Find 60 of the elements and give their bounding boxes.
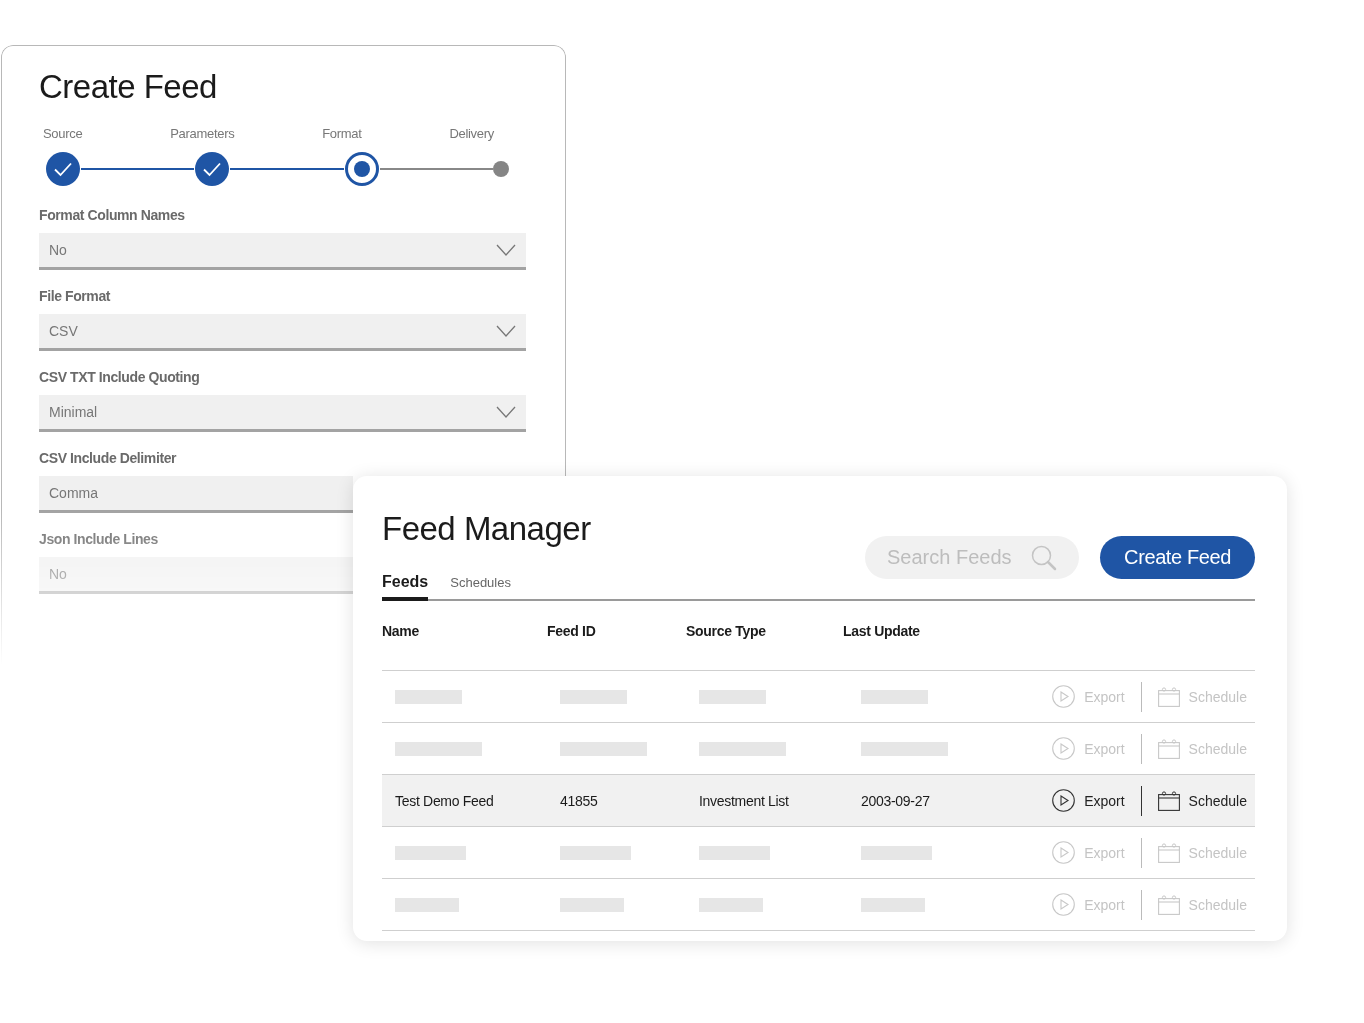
- search-icon: [1031, 545, 1057, 571]
- dropdown[interactable]: No: [39, 233, 526, 270]
- skeleton-bar: [395, 689, 462, 704]
- field-label: CSV TXT Include Quoting: [39, 369, 201, 385]
- step-current-icon[interactable]: [343, 151, 380, 187]
- play-circle-icon: [1052, 893, 1076, 916]
- column-header: Feed ID: [547, 623, 597, 639]
- dropdown[interactable]: Comma: [39, 476, 353, 513]
- dropdown[interactable]: Minimal: [39, 395, 526, 432]
- table-cell: 41855: [560, 792, 598, 809]
- column-header: Source Type: [686, 623, 767, 639]
- calendar-icon: [1157, 790, 1180, 811]
- step-label: Format: [322, 126, 362, 141]
- schedule-button[interactable]: Schedule: [1157, 790, 1247, 811]
- column-header: Name: [382, 623, 420, 639]
- field-label: Format Column Names: [39, 207, 186, 223]
- play-circle-icon: [1052, 789, 1076, 812]
- create-feed-button[interactable]: Create Feed: [1100, 536, 1255, 579]
- calendar-icon: [1157, 686, 1180, 707]
- play-circle-icon: [1052, 737, 1076, 760]
- table-cell: Test Demo Feed: [395, 792, 494, 809]
- play-circle-icon: [1052, 685, 1076, 708]
- step-done-icon[interactable]: [194, 151, 231, 187]
- skeleton-bar: [699, 897, 763, 912]
- skeleton-bar: [699, 845, 770, 860]
- export-button[interactable]: Export: [1052, 789, 1125, 812]
- step-done-icon[interactable]: [45, 151, 81, 187]
- skeleton-bar: [395, 897, 459, 912]
- panel-title: Create Feed: [39, 68, 218, 106]
- panel-title: Feed Manager: [382, 510, 591, 548]
- step-label: Delivery: [449, 126, 494, 141]
- tab[interactable]: Feeds: [382, 573, 429, 601]
- dropdown[interactable]: CSV: [39, 314, 526, 351]
- skeleton-bar: [395, 845, 466, 860]
- dropdown[interactable]: No: [39, 557, 353, 594]
- calendar-icon: [1157, 738, 1180, 759]
- field-label: Json Include Lines: [39, 531, 159, 547]
- table-cell: Investment List: [699, 792, 789, 809]
- skeleton-bar: [560, 845, 631, 860]
- step-pending-icon[interactable]: [493, 161, 509, 177]
- skeleton-bar: [560, 689, 627, 704]
- column-header: Last Update: [843, 623, 921, 639]
- skeleton-bar: [861, 845, 932, 860]
- field-label: CSV Include Delimiter: [39, 450, 178, 466]
- chevron-down-icon: [496, 406, 516, 418]
- calendar-icon: [1157, 894, 1180, 915]
- tab[interactable]: Schedules: [450, 573, 511, 601]
- skeleton-bar: [699, 689, 766, 704]
- chevron-down-icon: [496, 325, 516, 337]
- field-label: File Format: [39, 288, 112, 304]
- calendar-icon: [1157, 842, 1180, 863]
- chevron-down-icon: [496, 244, 516, 256]
- skeleton-bar: [560, 897, 624, 912]
- skeleton-bar: [861, 689, 928, 704]
- skeleton-bar: [861, 897, 925, 912]
- table-row[interactable]: Test Demo Feed 41855 Investment List 2003-09-27 Export Schedule: [382, 775, 1255, 827]
- step-label: Source: [43, 126, 83, 141]
- table-cell: 2003-09-27: [861, 792, 930, 809]
- step-label: Parameters: [170, 126, 235, 141]
- play-circle-icon: [1052, 841, 1076, 864]
